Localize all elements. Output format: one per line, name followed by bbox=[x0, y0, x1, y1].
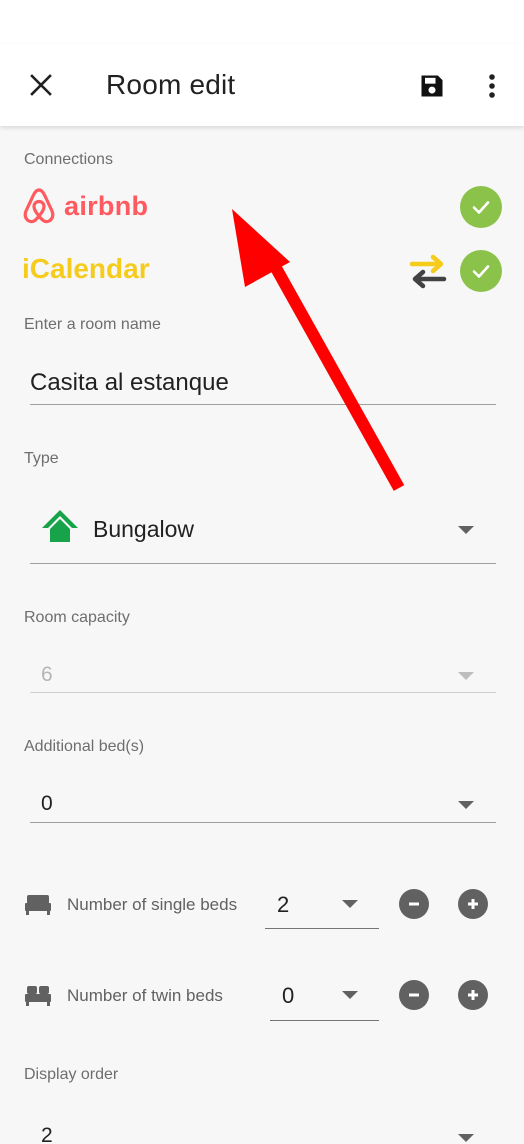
check-icon bbox=[472, 201, 490, 214]
status-bar bbox=[0, 0, 524, 44]
chevron-down-icon bbox=[458, 1134, 474, 1142]
single-beds-label: Number of single beds bbox=[67, 895, 238, 914]
room-name-underline bbox=[30, 404, 496, 405]
more-options-button[interactable] bbox=[476, 66, 508, 106]
twin-beds-label: Number of twin beds bbox=[67, 986, 223, 1005]
chevron-down-icon bbox=[342, 900, 358, 908]
save-icon bbox=[421, 75, 443, 97]
icalendar-connected-check bbox=[460, 250, 502, 292]
single-beds-underline bbox=[265, 928, 379, 929]
twin-beds-increment-button[interactable] bbox=[458, 980, 488, 1010]
minus-icon bbox=[409, 902, 419, 906]
close-button[interactable] bbox=[22, 66, 60, 104]
type-value: Bungalow bbox=[93, 516, 195, 542]
page-title: Room edit bbox=[106, 69, 236, 100]
display-order-label: Display order bbox=[24, 1066, 119, 1083]
airbnb-wordmark: airbnb bbox=[64, 190, 149, 221]
connections-label: Connections bbox=[24, 151, 113, 168]
airbnb-belo-icon bbox=[23, 188, 55, 224]
minus-icon bbox=[409, 993, 419, 997]
single-beds-increment-button[interactable] bbox=[458, 889, 488, 919]
house-icon bbox=[42, 510, 78, 542]
chevron-down-icon bbox=[458, 526, 474, 534]
single-bed-icon bbox=[25, 895, 51, 915]
single-beds-value: 2 bbox=[277, 892, 290, 917]
close-icon bbox=[30, 74, 52, 96]
save-button[interactable] bbox=[412, 66, 452, 106]
airbnb-logo: airbnb bbox=[22, 186, 148, 226]
chevron-down-icon bbox=[342, 991, 358, 999]
sync-arrows-icon bbox=[409, 254, 447, 289]
chevron-down-icon bbox=[458, 801, 474, 809]
icalendar-logo: iCalendar bbox=[22, 253, 150, 284]
additional-beds-label: Additional bed(s) bbox=[24, 738, 145, 755]
single-beds-row: Number of single beds 2 bbox=[0, 872, 524, 932]
plus-icon bbox=[468, 899, 478, 909]
type-label: Type bbox=[24, 450, 59, 467]
twin-bed-icon bbox=[25, 986, 51, 1006]
airbnb-connected-check bbox=[460, 186, 502, 228]
twin-beds-underline bbox=[270, 1020, 379, 1021]
check-icon bbox=[472, 265, 490, 278]
twin-beds-value: 0 bbox=[282, 983, 295, 1008]
chevron-down-icon bbox=[458, 672, 474, 680]
additional-beds-value: 0 bbox=[41, 792, 53, 815]
twin-beds-row: Number of twin beds 0 bbox=[0, 964, 524, 1024]
room-name-input[interactable]: Casita al estanque bbox=[30, 369, 229, 397]
room-name-label: Enter a room name bbox=[24, 316, 161, 333]
app-bar: Room edit bbox=[0, 44, 524, 126]
capacity-value: 6 bbox=[41, 663, 53, 686]
plus-icon bbox=[468, 990, 478, 1000]
capacity-label: Room capacity bbox=[24, 609, 130, 626]
additional-beds-underline bbox=[30, 822, 496, 823]
display-order-value: 2 bbox=[41, 1124, 53, 1144]
more-vert-icon bbox=[489, 74, 495, 98]
single-beds-decrement-button[interactable] bbox=[399, 889, 429, 919]
twin-beds-decrement-button[interactable] bbox=[399, 980, 429, 1010]
capacity-underline bbox=[30, 692, 496, 693]
type-underline bbox=[30, 563, 496, 564]
